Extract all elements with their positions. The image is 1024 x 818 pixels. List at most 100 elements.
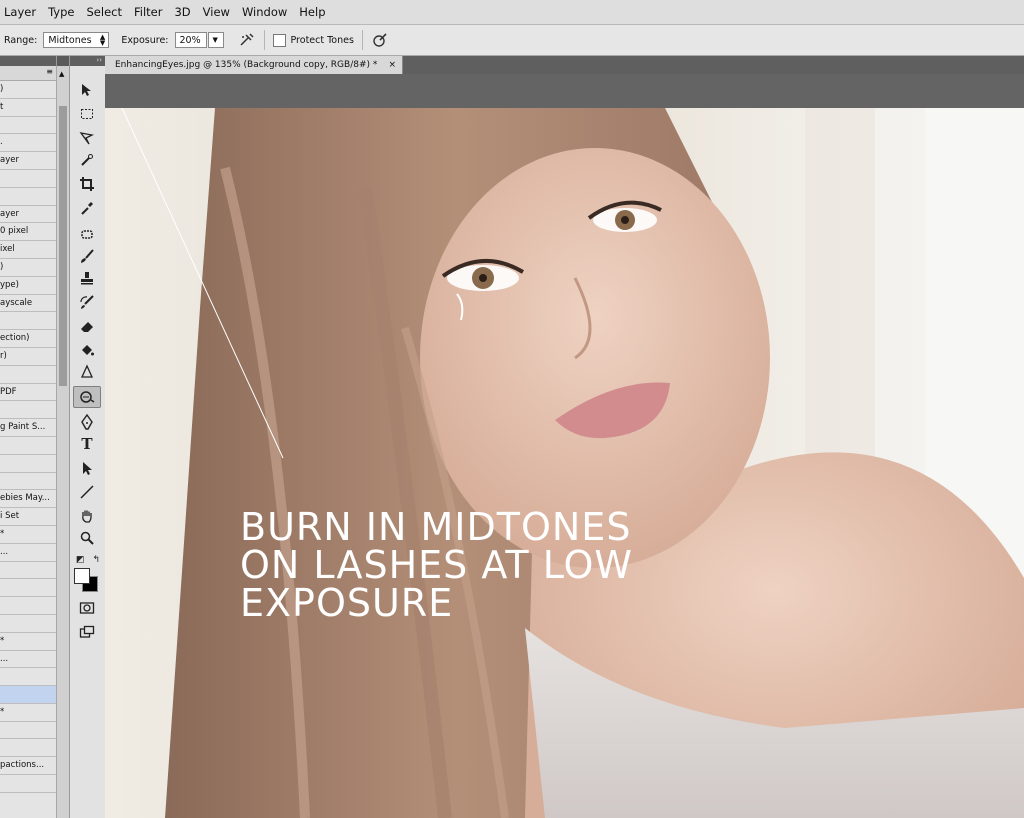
action-list-item[interactable] [0, 615, 56, 633]
crop-icon[interactable] [76, 174, 98, 194]
menu-help[interactable]: Help [295, 5, 333, 19]
action-list-item[interactable] [0, 775, 56, 793]
menu-bar: Layer Type Select Filter 3D View Window Help [0, 0, 1024, 25]
exposure-value: 20% [179, 34, 201, 46]
action-list-item[interactable]: . [0, 134, 56, 153]
panel-collapse-icon[interactable]: ›› [70, 56, 105, 66]
eyedropper-icon[interactable] [76, 198, 98, 218]
paint-bucket-icon[interactable] [76, 340, 98, 360]
action-list-item[interactable]: ) [0, 259, 56, 277]
canvas-pasteboard [105, 74, 1024, 108]
burn-icon[interactable] [73, 386, 101, 408]
action-list-item[interactable] [0, 437, 56, 455]
action-list-item[interactable]: ) [0, 81, 56, 99]
action-list-item[interactable]: * [0, 704, 56, 722]
move-icon[interactable] [76, 80, 98, 100]
action-list-item[interactable]: r) [0, 348, 56, 366]
action-list-item[interactable] [0, 366, 56, 384]
options-bar: Range: Midtones ▲ ▼ Exposure: 20% ▼ Prote… [0, 25, 1024, 56]
caption-text: BURN IN MIDTONES ON LASHES AT LOW EXPOSU… [240, 505, 633, 625]
history-brush-icon[interactable] [76, 292, 98, 312]
brush-icon[interactable] [76, 246, 98, 266]
actions-panel: ≡ ) t. ayer ayer 0 pixel ixel) ype) ayscale ecti… [0, 56, 57, 818]
action-list-item[interactable] [0, 722, 56, 740]
healing-brush-icon[interactable] [76, 224, 98, 244]
action-list-item[interactable]: ayer [0, 206, 56, 224]
action-list-item[interactable]: 0 pixel [0, 223, 56, 242]
close-icon[interactable]: × [388, 56, 396, 74]
menu-filter[interactable]: Filter [130, 5, 170, 19]
zoom-icon[interactable] [76, 528, 98, 548]
blur-icon[interactable] [76, 362, 98, 382]
path-select-icon[interactable] [76, 458, 98, 478]
action-list-item[interactable]: i Set [0, 508, 56, 526]
menu-layer[interactable]: Layer [0, 5, 44, 19]
action-list-item[interactable]: g Paint S... [0, 419, 56, 437]
eraser-icon[interactable] [76, 316, 98, 336]
airbrush-icon[interactable] [238, 31, 256, 49]
action-list-item[interactable] [0, 188, 56, 206]
quick-select-icon[interactable] [76, 150, 98, 170]
action-list-item[interactable]: ype) [0, 277, 56, 295]
panel-tab-strip [0, 56, 56, 66]
separator [361, 30, 363, 50]
action-list-item[interactable] [0, 473, 56, 491]
line-icon[interactable] [76, 482, 98, 502]
action-list-item[interactable]: * [0, 526, 56, 544]
range-value: Midtones [48, 34, 92, 46]
action-list-item[interactable] [0, 562, 56, 580]
foreground-color-swatch[interactable] [74, 568, 90, 584]
menu-type[interactable]: Type [44, 5, 82, 19]
panel-scrollbar[interactable]: ▲ [56, 66, 69, 818]
action-list-item[interactable] [0, 117, 56, 135]
exposure-label: Exposure: [121, 34, 169, 46]
action-list-item[interactable] [0, 597, 56, 615]
action-list-item[interactable] [0, 312, 56, 331]
action-list-item[interactable]: ayscale [0, 295, 56, 313]
type-icon[interactable]: T [76, 434, 98, 454]
scroll-up-icon[interactable]: ▲ [59, 70, 64, 78]
action-list-item[interactable] [0, 401, 56, 420]
action-list-item[interactable]: ixel [0, 241, 56, 259]
action-list-item[interactable] [0, 455, 56, 473]
action-list-item[interactable]: ebies May... [0, 490, 56, 509]
document-tab-title: EnhancingEyes.jpg @ 135% (Background cop… [115, 60, 378, 70]
action-list-item[interactable] [0, 579, 56, 598]
panel-menu-icon[interactable]: ≡ [46, 67, 53, 76]
marquee-icon[interactable] [76, 104, 98, 124]
menu-select[interactable]: Select [83, 5, 130, 19]
pen-icon[interactable] [76, 412, 98, 432]
exposure-dropdown[interactable]: ▼ [207, 32, 224, 48]
quick-mask-icon[interactable] [76, 598, 98, 618]
action-list-item[interactable]: ayer [0, 152, 56, 170]
menu-3d[interactable]: 3D [170, 5, 198, 19]
document-canvas[interactable]: BURN IN MIDTONES ON LASHES AT LOW EXPOSU… [105, 108, 1024, 818]
action-list-item[interactable]: pactions... [0, 757, 56, 776]
document-tab[interactable]: EnhancingEyes.jpg @ 135% (Background cop… [105, 56, 403, 74]
action-list-item[interactable]: ... [0, 651, 56, 669]
exposure-input[interactable]: 20% [174, 32, 207, 48]
action-list-item[interactable]: PDF [0, 384, 56, 402]
action-list-item[interactable] [0, 170, 56, 188]
action-list-item[interactable]: * [0, 633, 56, 651]
stamp-icon[interactable] [76, 268, 98, 288]
action-list-item[interactable] [0, 668, 56, 687]
action-list-item[interactable]: t [0, 99, 56, 117]
action-list-item[interactable] [0, 686, 56, 704]
protect-tones-checkbox[interactable] [272, 33, 286, 47]
chevron-down-icon: ▼ [212, 36, 218, 44]
action-list-item[interactable]: ... [0, 544, 56, 562]
menu-view[interactable]: View [199, 5, 238, 19]
pressure-size-icon[interactable] [371, 31, 389, 49]
range-label: Range: [4, 34, 38, 46]
default-colors-icon[interactable]: ◩ [76, 555, 85, 565]
lasso-icon[interactable] [76, 128, 98, 148]
menu-window[interactable]: Window [238, 5, 295, 19]
range-select[interactable]: Midtones ▲ ▼ [43, 32, 110, 48]
action-list-item[interactable] [0, 739, 56, 758]
scrollbar-thumb[interactable] [59, 106, 67, 386]
hand-icon[interactable] [76, 506, 98, 526]
screen-mode-icon[interactable] [76, 622, 98, 642]
action-list-item[interactable]: ection) [0, 330, 56, 348]
swap-colors-icon[interactable]: ↰ [92, 555, 100, 565]
